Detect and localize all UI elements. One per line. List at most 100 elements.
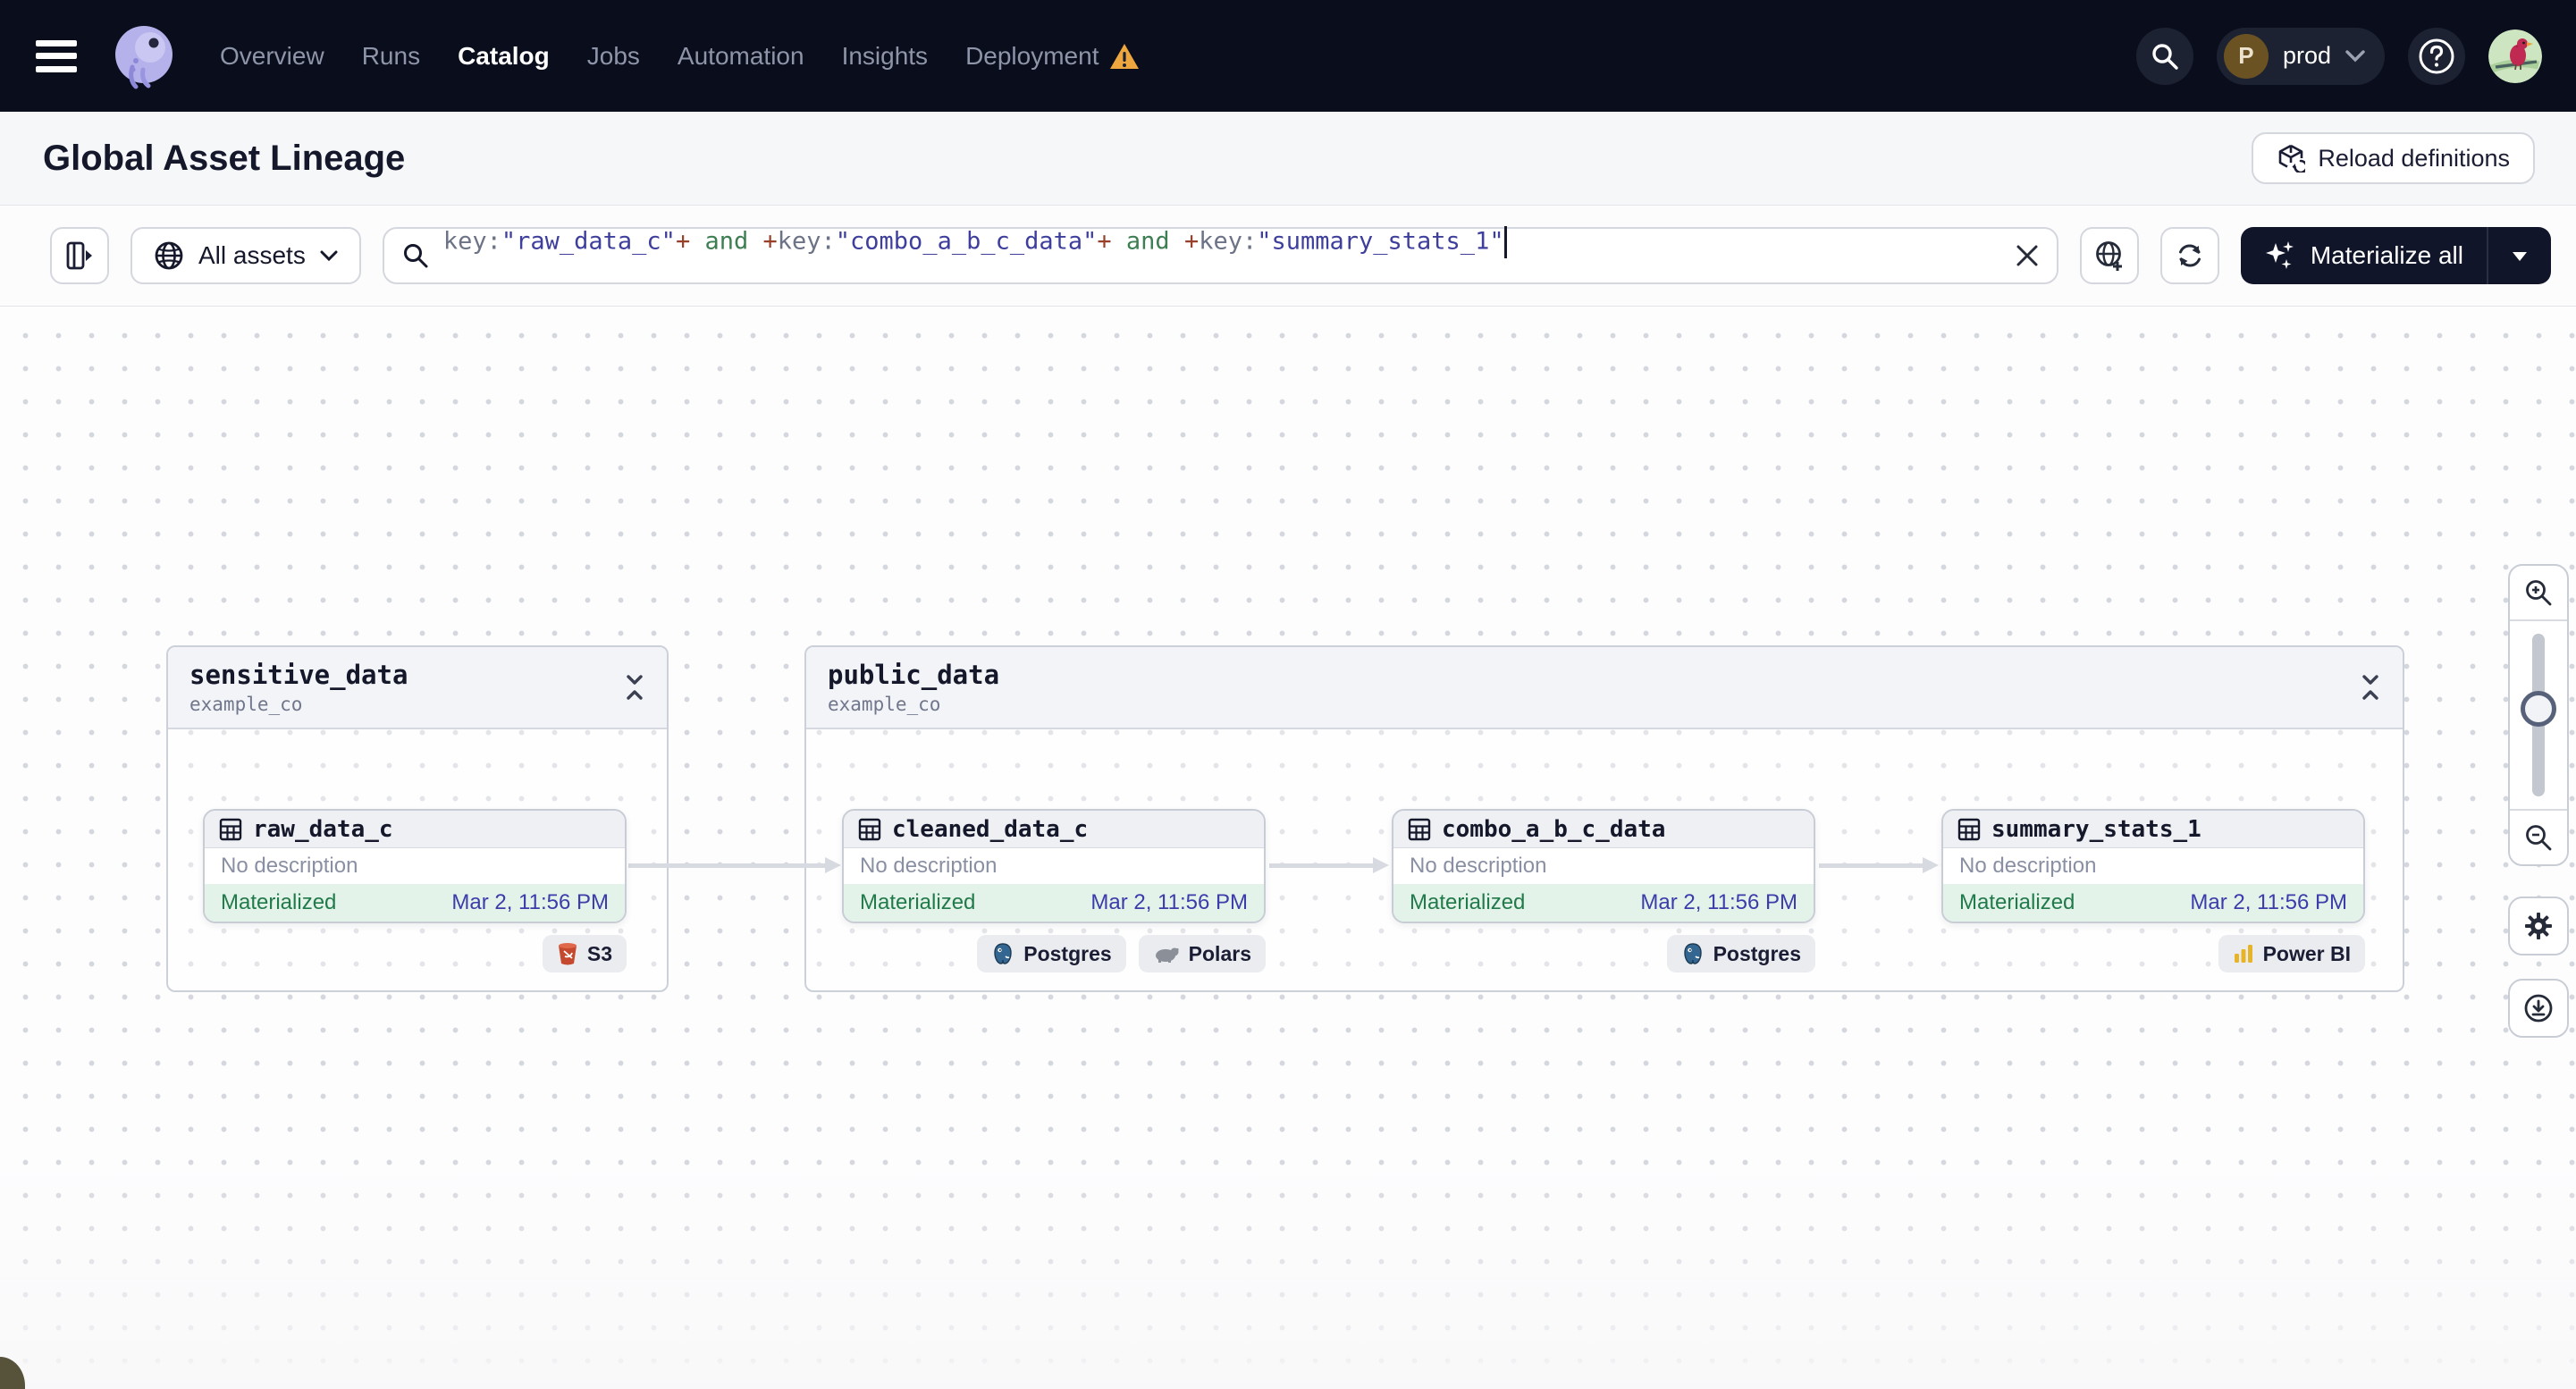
asset-description: No description (1959, 854, 2097, 878)
materialize-all-button-group: Materialize all (2240, 227, 2551, 284)
reload-definitions-icon (2279, 144, 2306, 173)
panel-expand-icon (66, 241, 92, 270)
download-icon (2524, 994, 2553, 1023)
zoom-out-button[interactable] (2510, 809, 2567, 864)
asset-status: Materialized (1959, 890, 2075, 914)
nav-item-overview[interactable]: Overview (220, 42, 324, 71)
materialize-all-button[interactable]: Materialize all (2241, 240, 2487, 272)
refresh-icon (2178, 244, 2201, 267)
postgres-icon (1683, 943, 1702, 964)
collapse-icon (627, 675, 643, 700)
page-title: Global Asset Lineage (43, 138, 406, 178)
asset-node-summary-stats-1[interactable]: summary_stats_1 No description Materiali… (1941, 809, 2365, 923)
download-image-button[interactable] (2508, 979, 2569, 1038)
toggle-sidebar-button[interactable] (50, 227, 109, 284)
view-global-lineage-button[interactable] (2079, 227, 2139, 284)
refresh-button[interactable] (2159, 227, 2219, 284)
asset-badges-combo-a-b-c-data: Postgres (1392, 935, 1815, 972)
zoom-in-icon (2526, 580, 2552, 606)
zoom-slider[interactable] (2510, 621, 2567, 809)
zoom-slider-thumb[interactable] (2521, 691, 2556, 727)
asset-timestamp[interactable]: Mar 2, 11:56 PM (1640, 890, 1797, 915)
canvas-bottom-fade (0, 1157, 2576, 1389)
table-icon (219, 818, 242, 840)
kind-badge-postgres[interactable]: Postgres (977, 935, 1126, 972)
postgres-icon (994, 943, 1012, 964)
asset-name: summary_stats_1 (1991, 815, 2201, 843)
close-icon (2016, 245, 2038, 266)
asset-description: No description (1410, 854, 1547, 878)
asset-badges-raw-data-c: S3 (203, 935, 627, 972)
user-avatar[interactable] (2488, 29, 2542, 83)
asset-timestamp[interactable]: Mar 2, 11:56 PM (1090, 890, 1248, 915)
asset-search-input[interactable]: key:"raw_data_c"+ and +key:"combo_a_b_c_… (382, 225, 2058, 286)
asset-name: cleaned_data_c (892, 815, 1089, 843)
kind-badge-postgres[interactable]: Postgres (1666, 935, 1815, 972)
kind-badge-polars[interactable]: Polars (1138, 935, 1266, 972)
caret-down-icon (2513, 251, 2527, 261)
zoom-control-panel (2508, 564, 2569, 866)
asset-scope-dropdown[interactable]: All assets (130, 227, 361, 284)
avatar-bird-image (2488, 29, 2542, 83)
zoom-in-button[interactable] (2510, 566, 2567, 621)
globe-plus-icon (2095, 241, 2122, 271)
reload-definitions-button[interactable]: Reload definitions (2252, 132, 2535, 184)
page-header: Global Asset Lineage Reload definitions (0, 112, 2576, 206)
globe-icon (155, 241, 183, 270)
asset-node-cleaned-data-c[interactable]: cleaned_data_c No description Materializ… (842, 809, 1266, 923)
collapse-group-button[interactable] (2360, 674, 2381, 701)
nav-item-deployment[interactable]: Deployment (965, 42, 1140, 71)
materialize-options-caret[interactable] (2487, 227, 2551, 284)
menu-icon[interactable] (36, 39, 77, 72)
top-navbar: Overview Runs Catalog Jobs Automation In… (0, 0, 2576, 112)
chevron-down-icon (2345, 49, 2365, 62)
group-header[interactable]: sensitive_data example_co (168, 647, 667, 729)
environment-switcher[interactable]: P prod (2216, 27, 2385, 85)
lineage-toolbar: All assets key:"raw_data_c"+ and +key:"c… (0, 206, 2576, 307)
asset-node-raw-data-c[interactable]: raw_data_c No description Materialized M… (203, 809, 627, 923)
asset-timestamp[interactable]: Mar 2, 11:56 PM (451, 890, 609, 915)
asset-description: No description (860, 854, 998, 878)
group-header[interactable]: public_data example_co (806, 647, 2403, 729)
search-button[interactable] (2135, 27, 2193, 85)
warning-icon (1110, 43, 1140, 69)
gear-icon (2525, 913, 2552, 939)
asset-timestamp[interactable]: Mar 2, 11:56 PM (2190, 890, 2347, 915)
group-location: example_co (189, 694, 303, 715)
collapse-group-button[interactable] (624, 674, 645, 701)
asset-badges-cleaned-data-c: Postgres Polars (842, 935, 1266, 972)
asset-description: No description (221, 854, 358, 878)
lineage-graph-canvas[interactable]: sensitive_data example_co public_data ex… (0, 307, 2576, 1389)
asset-name: combo_a_b_c_data (1442, 815, 1666, 843)
zoom-out-icon (2526, 825, 2552, 851)
help-button[interactable] (2408, 27, 2465, 85)
s3-bucket-icon (558, 943, 577, 965)
environment-avatar: P (2223, 33, 2269, 79)
dagster-logo-icon[interactable] (105, 18, 182, 95)
environment-name: prod (2282, 42, 2331, 69)
kind-badge-s3[interactable]: S3 (542, 935, 627, 972)
nav-items: Overview Runs Catalog Jobs Automation In… (220, 42, 1140, 71)
navbar-right: P prod (2135, 27, 2542, 85)
edge-cleaned-to-combo (1269, 857, 1389, 873)
nav-item-runs[interactable]: Runs (362, 42, 420, 71)
collapse-icon (2362, 675, 2378, 700)
search-icon (403, 244, 428, 268)
powerbi-icon (2234, 945, 2252, 963)
nav-item-automation[interactable]: Automation (678, 42, 804, 71)
asset-node-combo-a-b-c-data[interactable]: combo_a_b_c_data No description Material… (1392, 809, 1815, 923)
clear-search-button[interactable] (2016, 244, 2039, 267)
nav-item-catalog[interactable]: Catalog (458, 42, 550, 71)
nav-item-jobs[interactable]: Jobs (587, 42, 640, 71)
table-icon (1408, 818, 1431, 840)
nav-item-insights[interactable]: Insights (842, 42, 929, 71)
search-icon (2152, 43, 2178, 70)
edge-raw-to-cleaned (628, 857, 841, 873)
asset-badges-summary-stats-1: Power BI (1941, 935, 2365, 972)
group-location: example_co (828, 694, 941, 715)
corner-artifact (0, 1357, 25, 1389)
graph-settings-button[interactable] (2508, 897, 2569, 955)
asset-selection-query: key:"raw_data_c"+ and +key:"combo_a_b_c_… (443, 225, 2001, 286)
sparkles-icon (2265, 241, 2294, 269)
kind-badge-powerbi[interactable]: Power BI (2218, 935, 2365, 972)
